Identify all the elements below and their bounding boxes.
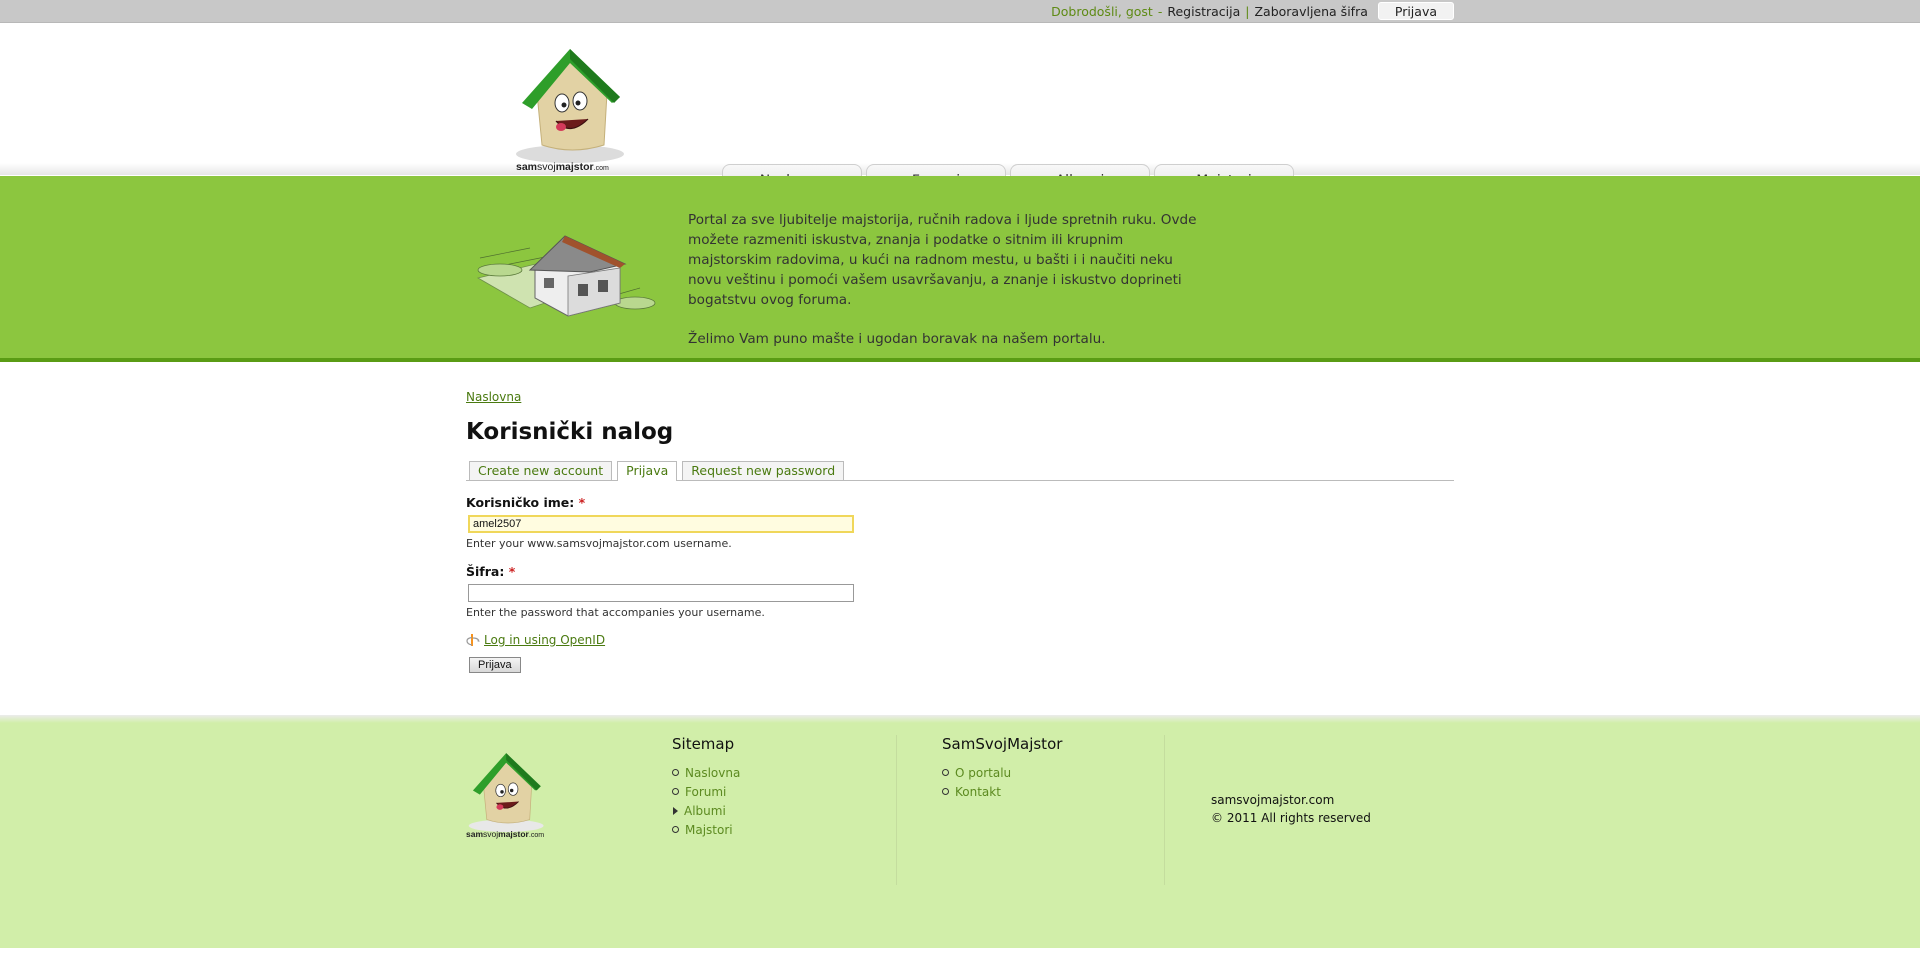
banner-text: Portal za sve ljubitelje majstorija, ruč…: [688, 210, 1198, 368]
bullet-icon: [672, 826, 679, 833]
site-logo[interactable]: samsvojmajstor.com: [512, 33, 642, 173]
register-link[interactable]: Registracija: [1167, 4, 1240, 19]
openid-login-link[interactable]: Log in using OpenID: [484, 633, 605, 647]
welcome-dash: -: [1157, 3, 1163, 19]
footer-column-divider: [896, 735, 897, 885]
sitemap-item-majstori[interactable]: Majstori: [672, 820, 740, 839]
sitemap-heading: Sitemap: [672, 735, 735, 753]
openid-icon: [466, 634, 480, 646]
bullet-icon: [672, 788, 679, 795]
username-label: Korisničko ime: *: [466, 495, 586, 510]
about-item-o-portalu[interactable]: O portalu: [942, 763, 1062, 782]
login-submit-button[interactable]: Prijava: [469, 657, 521, 673]
about-item-kontakt[interactable]: Kontakt: [942, 782, 1062, 801]
sitemap-item-albumi[interactable]: Albumi: [672, 801, 740, 820]
footer-divider: [0, 715, 1920, 723]
intro-banner: Portal za sve ljubitelje majstorija, ruč…: [0, 176, 1920, 362]
arrow-right-icon: [673, 806, 678, 815]
username-field[interactable]: amel2507: [468, 515, 854, 533]
house-mascot-icon: [516, 49, 624, 163]
welcome-text: Dobrodošli, gost: [1051, 3, 1153, 19]
password-help: Enter the password that accompanies your…: [466, 606, 765, 619]
openid-row: Log in using OpenID: [466, 633, 1454, 647]
tab-login[interactable]: Prijava: [617, 461, 678, 481]
page-bottom: [0, 948, 1920, 966]
topbar-divider: |: [1245, 3, 1250, 19]
footer-column-divider: [1164, 735, 1165, 885]
topbar-login-button[interactable]: Prijava: [1377, 2, 1454, 20]
page-title: Korisnički nalog: [466, 419, 674, 445]
about-heading: SamSvojMajstor: [942, 735, 1063, 753]
footer-house-mascot-icon: [468, 753, 544, 832]
forgot-password-link[interactable]: Zaboravljena šifra: [1254, 4, 1367, 19]
sitemap-item-forumi[interactable]: Forumi: [672, 782, 740, 801]
bullet-icon: [942, 769, 949, 776]
breadcrumb-home-link[interactable]: Naslovna: [466, 390, 521, 404]
house-blueprint-image: [476, 235, 656, 317]
username-value: amel2507: [473, 518, 522, 530]
account-tabs: Create new account Prijava Request new p…: [466, 461, 1454, 481]
password-label: Šifra: *: [466, 564, 516, 579]
bullet-icon: [942, 788, 949, 795]
logo-wordmark: samsvojmajstor.com: [516, 161, 609, 173]
top-bar: Dobrodošli, gost - Registracija | Zabora…: [0, 0, 1920, 23]
site-header: samsvojmajstor.com Naslovna Forumi Album…: [0, 23, 1920, 197]
site-footer: samsvojmajstor.com Sitemap Naslovna Foru…: [0, 715, 1920, 948]
footer-site-name: samsvojmajstor.com: [1211, 793, 1335, 807]
required-marker: *: [578, 495, 586, 510]
footer-sitemap: Sitemap Naslovna Forumi Albumi Majstori: [672, 735, 740, 839]
password-field[interactable]: [468, 584, 854, 602]
tab-request-password[interactable]: Request new password: [682, 461, 845, 480]
tab-create-account[interactable]: Create new account: [469, 461, 613, 480]
required-marker: *: [508, 564, 516, 579]
footer-logo-wordmark: samsvojmajstor.com: [466, 829, 545, 839]
footer-rights: © 2011 All rights reserved: [1211, 811, 1371, 825]
username-help: Enter your www.samsvojmajstor.com userna…: [466, 537, 732, 550]
footer-about: SamSvojMajstor O portalu Kontakt: [942, 735, 1062, 801]
banner-paragraph-intro: Portal za sve ljubitelje majstorija, ruč…: [688, 212, 1197, 308]
sitemap-item-naslovna[interactable]: Naslovna: [672, 763, 740, 782]
bullet-icon: [672, 769, 679, 776]
footer-copyright: samsvojmajstor.com © 2011 All rights res…: [1211, 791, 1371, 827]
main-content: Naslovna Korisnički nalog Create new acc…: [466, 386, 1454, 673]
banner-paragraph-welcome: Želimo Vam puno mašte i ugodan boravak n…: [688, 331, 1106, 347]
